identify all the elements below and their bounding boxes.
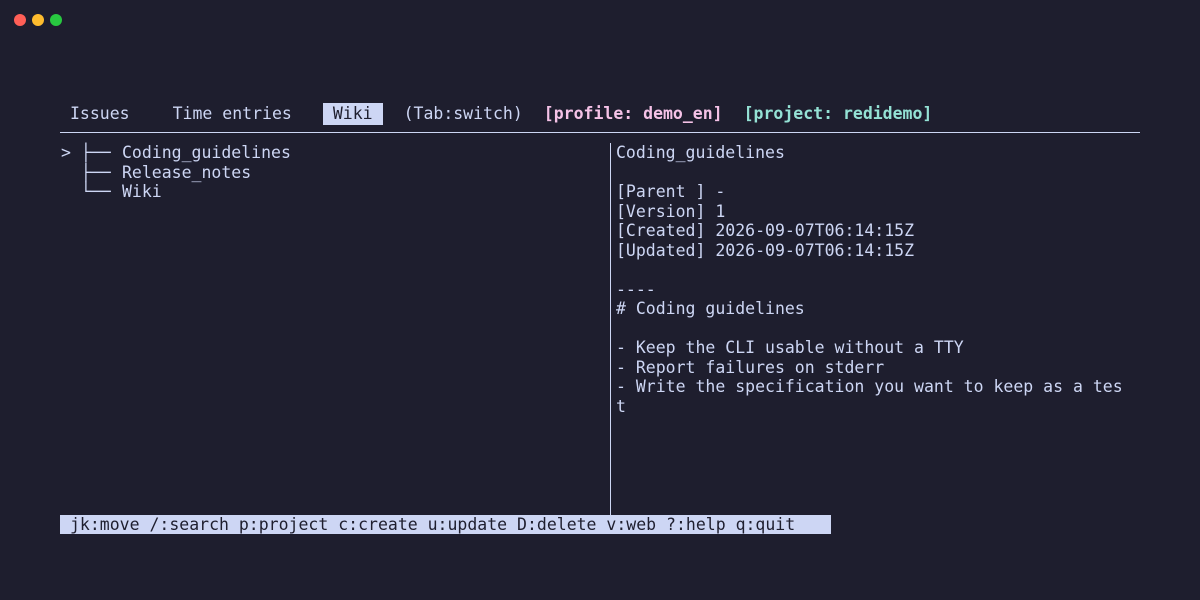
tab-wiki[interactable]: Wiki <box>322 103 383 125</box>
wiki-detail-pane[interactable]: Coding_guidelines [Parent ] - [Version] … <box>616 143 1146 416</box>
tree-branch: ├── <box>81 143 111 162</box>
tree-item-label: Wiki <box>122 182 162 201</box>
tree-item[interactable]: └── Wiki <box>60 182 600 202</box>
detail-title: Coding_guidelines <box>616 143 785 162</box>
maximize-window-icon[interactable] <box>50 14 62 26</box>
detail-separator: ---- <box>616 279 656 299</box>
wiki-tree: > ├── Coding_guidelines ├── Release_note… <box>60 143 600 202</box>
pane-divider <box>610 143 611 515</box>
detail-bullet-wrap: t <box>616 396 626 416</box>
tree-branch: ├── <box>81 162 111 182</box>
detail-line <box>616 319 1146 339</box>
project-indicator: [project: redidemo] <box>743 104 933 123</box>
detail-line <box>616 260 1146 280</box>
tab-bar: Issues Time entries Wiki (Tab:switch) [profi… <box>60 103 932 125</box>
detail-updated: [Updated] 2026-09-07T06:14:15Z <box>616 240 915 260</box>
profile-indicator: [profile: demo_en] <box>543 104 723 123</box>
detail-bullet: - Report failures on stderr <box>616 357 885 377</box>
detail-parent: [Parent ] - <box>616 182 726 201</box>
selection-cursor: > <box>61 143 71 162</box>
close-window-icon[interactable] <box>14 14 26 26</box>
tree-branch: └── <box>81 182 111 201</box>
tree-item-label: Release_notes <box>122 162 252 182</box>
keybinding-status-bar: jk:move /:search p:project c:create u:up… <box>60 515 831 534</box>
tab-issues[interactable]: Issues <box>60 103 140 125</box>
tab-switch-hint: (Tab:switch) <box>403 104 523 123</box>
detail-bullet: - Write the specification you want to ke… <box>616 377 1123 396</box>
minimize-window-icon[interactable] <box>32 14 44 26</box>
detail-version: [Version] 1 <box>616 201 726 221</box>
detail-created: [Created] 2026-09-07T06:14:15Z <box>616 221 915 240</box>
tree-item-label: Coding_guidelines <box>122 143 291 162</box>
tab-time-entries[interactable]: Time entries <box>163 103 302 125</box>
detail-line <box>616 163 1146 183</box>
tree-item[interactable]: > ├── Coding_guidelines <box>60 143 600 163</box>
detail-bullet: - Keep the CLI usable without a TTY <box>616 338 964 357</box>
detail-heading: # Coding guidelines <box>616 299 805 318</box>
header-divider <box>60 132 1140 133</box>
tree-item[interactable]: ├── Release_notes <box>60 163 600 183</box>
window-controls <box>14 14 62 26</box>
